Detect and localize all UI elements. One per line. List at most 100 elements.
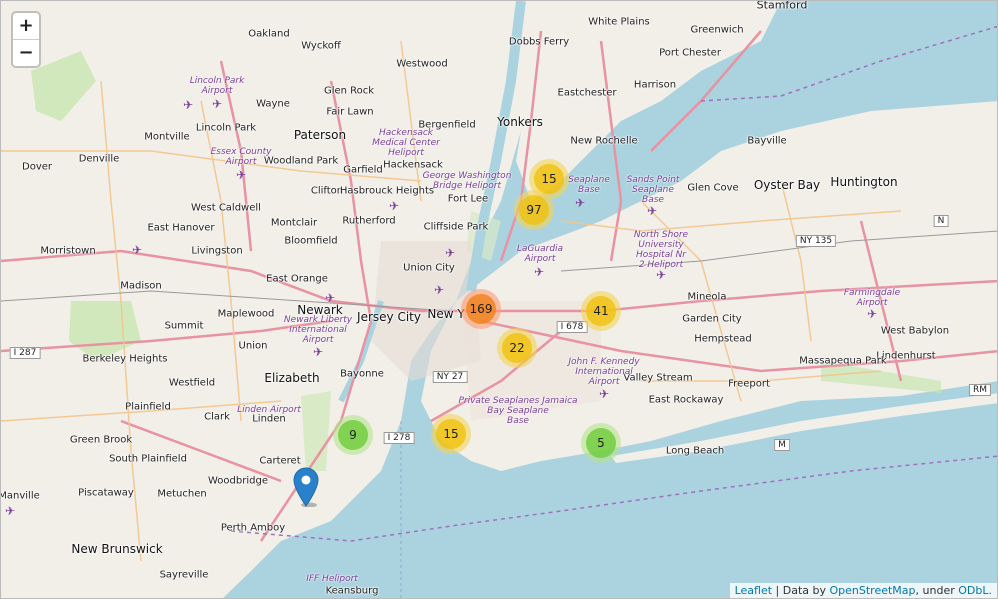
airport-icon: ✈: [324, 291, 336, 305]
place-westwood: Westwood: [396, 58, 448, 70]
place-east-rockaway: East Rockaway: [648, 394, 724, 406]
airport-icon: ✈: [235, 168, 247, 182]
place-livingston: Livingston: [191, 245, 243, 257]
place-east-orange: East Orange: [266, 273, 328, 285]
poi-farmingdale-label: Farmingdale Airport: [843, 288, 901, 308]
map-canvas[interactable]: Stamford Oakland Wyckoff Dobbs Ferry Whi…: [0, 0, 998, 599]
place-elizabeth: Elizabeth: [264, 371, 320, 385]
place-green-brook: Green Brook: [69, 434, 133, 446]
cluster-count: 5: [586, 428, 616, 458]
place-east-hanover: East Hanover: [147, 222, 215, 234]
marker-cluster[interactable]: 97: [514, 190, 554, 230]
place-montclair: Montclair: [270, 217, 318, 229]
airport-icon: ✈: [444, 246, 456, 260]
odbl-link[interactable]: ODbL.: [958, 584, 992, 597]
place-maplewood: Maplewood: [217, 308, 275, 320]
place-oyster-bay: Oyster Bay: [753, 178, 821, 192]
poi-essex-airport-label: Essex County Airport: [210, 147, 272, 167]
marker-cluster[interactable]: 9: [333, 415, 373, 455]
map-attribution: Leaflet | Data by OpenStreetMap, under O…: [729, 583, 997, 598]
place-bayonne: Bayonne: [340, 368, 384, 380]
route-shield-i287: I 287: [9, 347, 41, 359]
openstreetmap-link[interactable]: OpenStreetMap: [830, 584, 916, 597]
marker-cluster[interactable]: 5: [581, 423, 621, 463]
place-new-york: New Y: [427, 307, 465, 321]
route-shield-m: M: [774, 439, 790, 451]
place-plainfield: Plainfield: [125, 401, 171, 413]
airport-icon: ✈: [182, 98, 194, 112]
place-garden-city: Garden City: [682, 313, 742, 325]
place-massapequa-park: Massapequa Park: [799, 355, 887, 367]
place-wayne: Wayne: [256, 98, 290, 110]
cluster-count: 15: [436, 419, 466, 449]
poi-hackensack-heliport-label: Hackensack Medical Center Heliport: [372, 128, 440, 158]
marker-cluster[interactable]: 15: [431, 414, 471, 454]
place-manville: Manville: [0, 490, 40, 502]
place-south-plainfield: South Plainfield: [109, 453, 187, 465]
poi-gw-heliport-label: George Washington Bridge Heliport: [422, 171, 512, 191]
poi-iff-heliport-label: IFF Heliport: [306, 574, 358, 584]
marker-cluster[interactable]: 22: [497, 328, 537, 368]
place-metuchen: Metuchen: [157, 488, 207, 500]
poi-lincoln-park-airport: Lincoln Park Airport: [190, 76, 245, 96]
place-new-brunswick: New Brunswick: [71, 542, 163, 556]
place-port-chester: Port Chester: [659, 47, 721, 59]
route-shield-n: N: [933, 215, 949, 227]
poi-sands-point-label: Sands Point Seaplane Base: [626, 175, 680, 205]
place-summit: Summit: [164, 320, 204, 332]
place-berkeley-heights: Berkeley Heights: [82, 353, 168, 365]
poi-seaplane-base-label: Seaplane Base: [568, 175, 610, 195]
place-union-city: Union City: [403, 262, 455, 274]
place-rutherford: Rutherford: [342, 215, 396, 227]
cluster-count: 41: [586, 296, 616, 326]
cluster-count: 15: [534, 164, 564, 194]
airport-icon: ✈: [646, 204, 658, 218]
place-madison: Madison: [120, 280, 162, 292]
place-dover: Dover: [22, 161, 52, 173]
map-pin-icon[interactable]: [293, 467, 319, 507]
cluster-count: 169: [466, 294, 496, 324]
zoom-in-button[interactable]: +: [13, 13, 39, 39]
airport-icon: ✈: [388, 199, 400, 213]
airport-icon: ✈: [433, 283, 445, 297]
poi-laguardia: LaGuardia Airport: [517, 244, 563, 264]
place-jersey-city: Jersey City: [357, 310, 421, 324]
cluster-count: 22: [502, 333, 532, 363]
attribution-sep: | Data by: [772, 584, 830, 597]
airport-icon: ✈: [655, 268, 667, 282]
place-clark: Clark: [204, 411, 230, 423]
airport-icon: ✈: [312, 345, 324, 359]
zoom-out-button[interactable]: −: [13, 39, 39, 66]
airport-icon: ✈: [866, 307, 878, 321]
place-sayreville: Sayreville: [159, 569, 209, 581]
place-harrison: Harrison: [633, 79, 677, 91]
place-white-plains: White Plains: [588, 16, 650, 28]
place-denville: Denville: [78, 153, 120, 165]
place-dobbs-ferry: Dobbs Ferry: [508, 36, 570, 48]
place-glen-rock: Glen Rock: [323, 85, 375, 97]
zoom-control: + −: [11, 11, 41, 68]
place-wyckoff: Wyckoff: [301, 40, 341, 52]
route-shield-ny135: NY 135: [795, 235, 837, 247]
poi-laguardia-label: LaGuardia Airport: [516, 244, 564, 264]
place-keansburg: Keansburg: [325, 585, 379, 597]
leaflet-link[interactable]: Leaflet: [735, 584, 772, 597]
place-morristown: Morristown: [40, 245, 96, 257]
poi-essex-airport: Essex County Airport: [211, 147, 272, 167]
marker-cluster[interactable]: 41: [581, 291, 621, 331]
place-west-babylon: West Babylon: [880, 325, 950, 337]
place-glen-cove: Glen Cove: [687, 182, 739, 194]
place-bayville: Bayville: [747, 135, 787, 147]
airport-icon: ✈: [598, 387, 610, 401]
marker-cluster[interactable]: 169: [461, 289, 501, 329]
place-mineola: Mineola: [687, 291, 727, 303]
poi-private-seaplanes: Private Seaplanes Jamaica Bay Seaplane B…: [458, 396, 577, 426]
place-clifton: Clifton: [310, 185, 344, 197]
place-hackensack: Hackensack: [383, 159, 443, 171]
place-long-beach: Long Beach: [665, 445, 725, 457]
poi-lincoln-park-airport-label: Lincoln Park Airport: [189, 76, 245, 96]
place-huntington: Huntington: [830, 175, 898, 189]
place-lincoln-park: Lincoln Park: [195, 122, 257, 134]
place-cliffside-park: Cliffside Park: [423, 221, 489, 233]
place-hempstead: Hempstead: [694, 333, 752, 345]
